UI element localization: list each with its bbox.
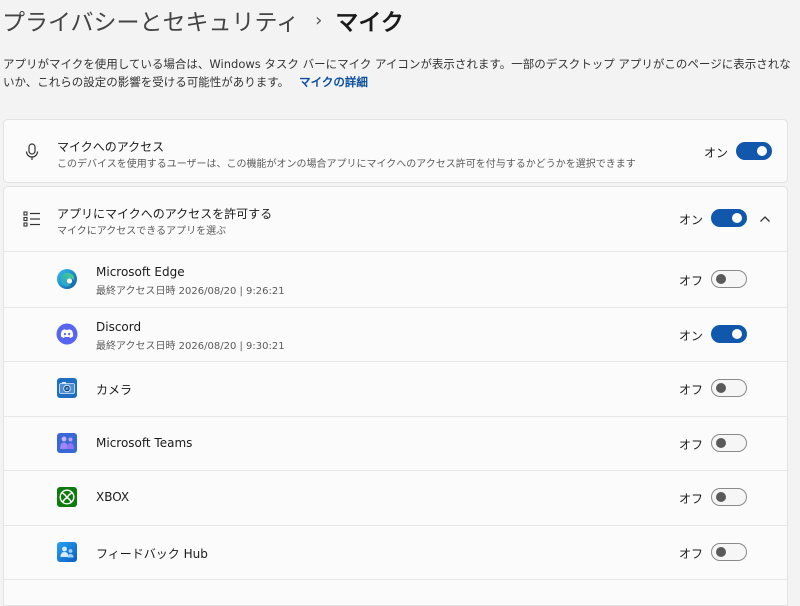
learn-more-link[interactable]: マイクの詳細 [299,75,368,89]
app-row-0: Microsoft Edge 最終アクセス日時 2026/08/20 | 9:2… [4,252,787,307]
toggle-knob [732,328,742,339]
list-icon [23,211,40,227]
app-access-state-label: オン [679,213,704,227]
app-state-label: オン [679,328,704,343]
microphone-access-card: マイクへのアクセス このデバイスを使用するユーザーは、この機能がオンの場合アプリ… [3,119,788,183]
app-name: Microsoft Teams [96,435,193,450]
app-row-1: Discord 最終アクセス日時 2026/08/20 | 9:30:21 オン [4,307,787,362]
toggle-knob [716,437,726,448]
app-toggle[interactable] [711,270,747,288]
description-text: アプリがマイクを使用している場合は、Windows タスク バーにマイク アイコ… [3,57,791,89]
toggle-knob [757,146,767,156]
discord-icon [56,323,78,345]
camera-icon [56,377,78,399]
microphone-icon [25,143,39,160]
microphone-access-title: マイクへのアクセス [57,140,165,154]
app-state-label: オフ [679,437,704,452]
app-access-card: アプリにマイクへのアクセスを許可する マイクにアクセスできるアプリを選ぶ オン … [3,186,788,606]
chevron-up-icon[interactable] [758,212,772,226]
page-description: アプリがマイクを使用している場合は、Windows タスク バーにマイク アイコ… [3,55,798,91]
microphone-access-subtitle: このデバイスを使用するユーザーは、この機能がオンの場合アプリにマイクへのアクセス… [57,159,636,170]
toggle-knob [716,492,726,502]
divider [4,579,787,580]
app-name: フィードバック Hub [96,546,208,561]
app-name: Discord [96,319,142,334]
app-toggle[interactable] [711,433,747,452]
app-row-2: カメラ オフ [4,361,787,416]
app-state-label: オフ [679,274,704,288]
app-toggle[interactable] [711,379,747,397]
toggle-knob [732,213,742,223]
breadcrumb-chevron-icon: › [315,9,323,31]
app-last-access: 最終アクセス日時 2026/08/20 | 9:30:21 [96,340,285,352]
app-name: Microsoft Edge [96,265,185,279]
teams-icon [56,432,78,454]
app-row-3: Microsoft Teams オフ [4,416,787,471]
microphone-access-toggle[interactable] [736,142,772,160]
toggle-knob [716,546,726,557]
app-access-subtitle: マイクにアクセスできるアプリを選ぶ [57,226,227,237]
app-row-4: XBOX オフ [4,470,787,525]
app-toggle[interactable] [711,542,747,561]
app-toggle[interactable] [711,324,747,343]
xbox-icon [56,486,78,508]
app-access-toggle[interactable] [711,209,747,227]
app-toggle[interactable] [711,488,747,506]
app-row-5: フィードバック Hub オフ [4,525,787,580]
microphone-access-state-label: オン [704,146,729,160]
app-access-header-row: アプリにマイクへのアクセスを許可する マイクにアクセスできるアプリを選ぶ オン [4,187,787,251]
toggle-knob [716,274,726,284]
app-state-label: オフ [679,546,704,561]
app-name: カメラ [96,383,133,397]
app-last-access: 最終アクセス日時 2026/08/20 | 9:26:21 [96,286,285,297]
app-name: XBOX [96,490,130,504]
breadcrumb: プライバシーとセキュリティ › マイク [2,3,404,37]
app-state-label: オフ [679,492,704,506]
feedback-hub-icon [56,541,78,563]
app-access-title: アプリにマイクへのアクセスを許可する [57,207,273,221]
edge-icon [56,268,78,290]
toggle-knob [716,383,726,393]
app-state-label: オフ [679,383,704,397]
breadcrumb-parent-link[interactable]: プライバシーとセキュリティ [2,3,299,37]
page-title: マイク [335,10,404,36]
